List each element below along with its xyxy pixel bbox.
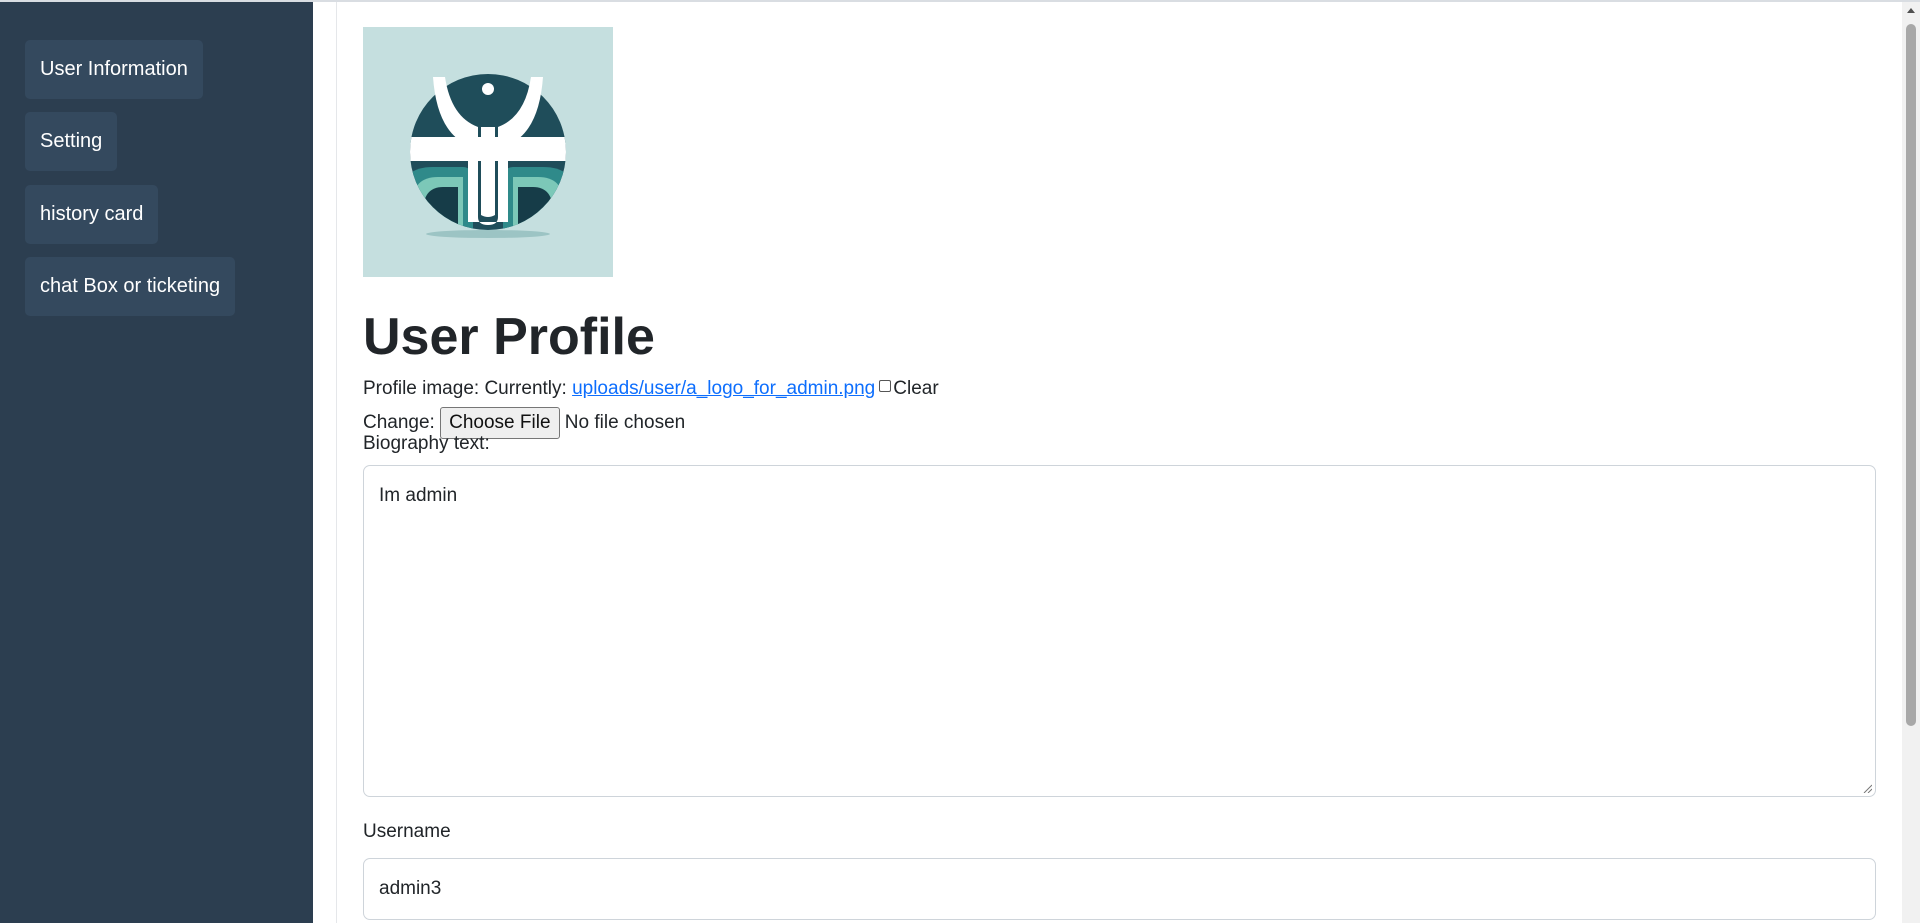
sidebar-item-setting[interactable]: Setting [25, 112, 118, 171]
page-title: User Profile [363, 308, 655, 366]
scroll-thumb[interactable] [1906, 24, 1916, 726]
profile-image-label: Profile image: Currently: [363, 378, 567, 399]
page: User Information Setting history card ch… [0, 0, 1920, 923]
sidebar-item-user-information[interactable]: User Information [25, 40, 203, 99]
profile-image-row: Profile image: Currently: uploads/user/a… [363, 377, 939, 401]
biography-textarea[interactable]: Im admin [363, 465, 1876, 797]
username-label: Username [363, 821, 451, 842]
sidebar-item-history-card[interactable]: history card [25, 185, 159, 244]
admin-logo-icon [410, 74, 566, 238]
current-image-link[interactable]: uploads/user/a_logo_for_admin.png [572, 378, 875, 399]
clear-label: Clear [893, 378, 939, 399]
content-divider [336, 2, 337, 923]
change-label: Change: [363, 412, 435, 434]
sidebar: User Information Setting history card ch… [0, 2, 313, 923]
biography-value: Im admin [379, 485, 458, 506]
clear-checkbox[interactable] [879, 380, 892, 392]
sidebar-item-chat-box[interactable]: chat Box or ticketing [25, 257, 236, 316]
scroll-up-icon[interactable] [1907, 8, 1915, 13]
username-input[interactable]: admin3 [363, 858, 1876, 920]
resize-grip-icon[interactable] [1862, 783, 1872, 793]
page-scrollbar[interactable] [1902, 2, 1920, 923]
biography-label: Biography text: [363, 433, 490, 454]
username-value: admin3 [379, 878, 442, 899]
profile-avatar [363, 27, 613, 277]
no-file-text: No file chosen [564, 412, 686, 434]
